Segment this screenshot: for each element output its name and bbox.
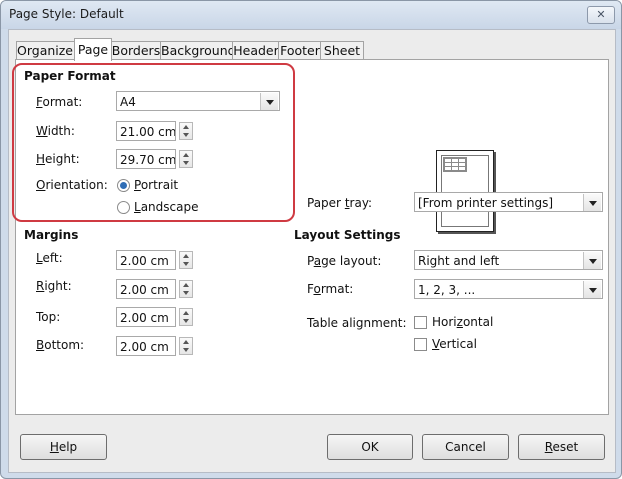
numbering-format-value: 1, 2, 3, ... <box>418 283 476 297</box>
preview-margin-area <box>441 155 489 227</box>
margin-bottom-label: Bottom: <box>36 338 85 352</box>
tab-sheet[interactable]: Sheet <box>320 41 364 60</box>
paper-tray-label: Paper tray: <box>307 196 373 210</box>
horizontal-label[interactable]: Horizontal <box>432 315 493 329</box>
landscape-radio[interactable] <box>117 201 130 214</box>
spin-down-icon <box>183 291 189 295</box>
spin-down-icon <box>183 319 189 323</box>
paper-format-select[interactable]: A4 <box>116 91 280 111</box>
page-layout-value: Right and left <box>418 254 500 268</box>
margins-heading: Margins <box>24 228 79 242</box>
tab-header[interactable]: Header <box>232 41 280 60</box>
margin-right-spinner[interactable] <box>179 280 193 298</box>
chevron-down-icon <box>260 93 278 110</box>
height-label: Height: <box>36 152 80 166</box>
title-bar: Page Style: Default ✕ <box>1 1 621 29</box>
paper-tray-select[interactable]: [From printer settings] <box>414 192 603 212</box>
spin-up-icon <box>183 283 189 287</box>
tab-page[interactable]: Page <box>74 38 112 61</box>
preview-table-icon <box>443 157 467 172</box>
page-layout-label: Page layout: <box>307 254 382 268</box>
landscape-label[interactable]: Landscape <box>134 200 198 214</box>
horizontal-checkbox[interactable] <box>414 316 427 329</box>
margin-right-label: Right: <box>36 279 72 293</box>
vertical-label[interactable]: Vertical <box>432 337 477 351</box>
page-layout-select[interactable]: Right and left <box>414 250 603 270</box>
spin-up-icon <box>183 153 189 157</box>
spin-down-icon <box>183 262 189 266</box>
paper-format-heading: Paper Format <box>24 69 116 83</box>
margin-left-label: Left: <box>36 251 63 265</box>
width-label: Width: <box>36 124 75 138</box>
tab-borders[interactable]: Borders <box>110 41 162 60</box>
tab-footer[interactable]: Footer <box>278 41 322 60</box>
margin-left-spinner[interactable] <box>179 251 193 269</box>
chevron-down-icon <box>583 252 601 269</box>
margin-top-label: Top: <box>36 310 61 324</box>
spin-up-icon <box>183 311 189 315</box>
close-button[interactable]: ✕ <box>587 6 615 24</box>
ok-button[interactable]: OK <box>327 434 413 460</box>
chevron-down-icon <box>583 281 601 298</box>
table-alignment-label: Table alignment: <box>307 316 407 330</box>
spin-down-icon <box>183 161 189 165</box>
width-field[interactable]: 21.00 cm <box>116 121 176 141</box>
spin-up-icon <box>183 125 189 129</box>
page-preview <box>436 150 494 232</box>
layout-settings-heading: Layout Settings <box>294 228 401 242</box>
margin-top-spinner[interactable] <box>179 308 193 326</box>
portrait-label[interactable]: Portrait <box>134 178 178 192</box>
margin-bottom-field[interactable]: 2.00 cm <box>116 336 176 356</box>
dialog-body: Organizer Page Borders Background Header… <box>8 29 616 473</box>
paper-format-value: A4 <box>120 95 136 109</box>
margin-top-field[interactable]: 2.00 cm <box>116 307 176 327</box>
reset-button[interactable]: Reset <box>518 434 605 460</box>
cancel-button[interactable]: Cancel <box>422 434 509 460</box>
spin-down-icon <box>183 348 189 352</box>
spin-up-icon <box>183 340 189 344</box>
tab-background[interactable]: Background <box>160 41 236 60</box>
margin-left-field[interactable]: 2.00 cm <box>116 250 176 270</box>
spin-up-icon <box>183 254 189 258</box>
vertical-checkbox[interactable] <box>414 338 427 351</box>
chevron-down-icon <box>583 194 601 211</box>
portrait-radio[interactable] <box>117 179 130 192</box>
help-button[interactable]: Help <box>20 434 107 460</box>
spin-down-icon <box>183 133 189 137</box>
page-style-window: Page Style: Default ✕ Organizer Page Bor… <box>0 0 622 479</box>
width-spinner[interactable] <box>179 122 193 140</box>
close-icon: ✕ <box>596 8 606 21</box>
margin-right-field[interactable]: 2.00 cm <box>116 279 176 299</box>
tab-organizer[interactable]: Organizer <box>16 41 78 60</box>
page-tab-panel: Paper Format Format: A4 Width: 21.00 cm … <box>15 59 609 415</box>
window-title: Page Style: Default <box>9 7 124 21</box>
height-field[interactable]: 29.70 cm <box>116 149 176 169</box>
format-label: Format: <box>36 95 83 109</box>
margin-bottom-spinner[interactable] <box>179 337 193 355</box>
orientation-label: Orientation: <box>36 178 108 192</box>
numbering-format-select[interactable]: 1, 2, 3, ... <box>414 279 603 299</box>
height-spinner[interactable] <box>179 150 193 168</box>
numbering-format-label: Format: <box>307 282 354 296</box>
paper-tray-value: [From printer settings] <box>418 196 554 210</box>
